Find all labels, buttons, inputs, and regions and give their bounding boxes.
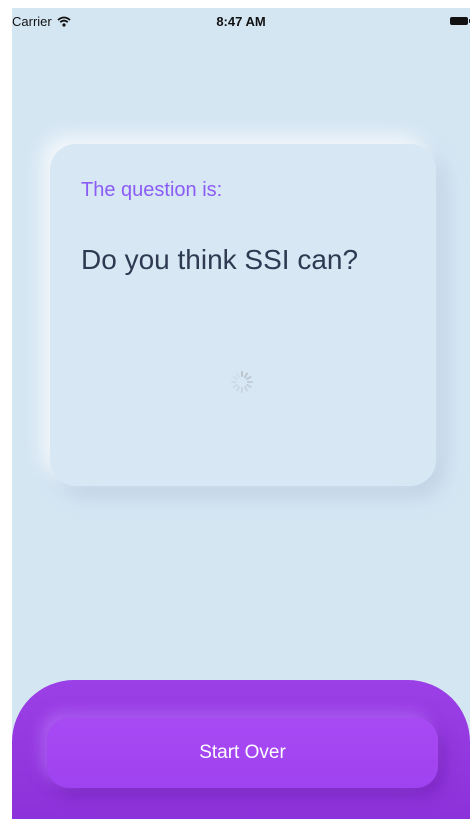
start-over-button[interactable]: Start Over xyxy=(47,718,438,788)
bottom-panel: Start Over xyxy=(12,680,470,819)
loading-spinner-icon xyxy=(231,371,253,393)
question-label: The question is: xyxy=(81,179,223,201)
battery-icon xyxy=(450,17,470,25)
question-card: The question is: Do you think SSI can? xyxy=(50,144,436,486)
app-screen: Carrier 8:47 AM The question is: Do you … xyxy=(12,8,470,819)
question-text: Do you think SSI can? xyxy=(81,244,359,275)
status-time: 8:47 AM xyxy=(216,14,266,29)
status-bar: Carrier 8:47 AM xyxy=(12,8,470,36)
